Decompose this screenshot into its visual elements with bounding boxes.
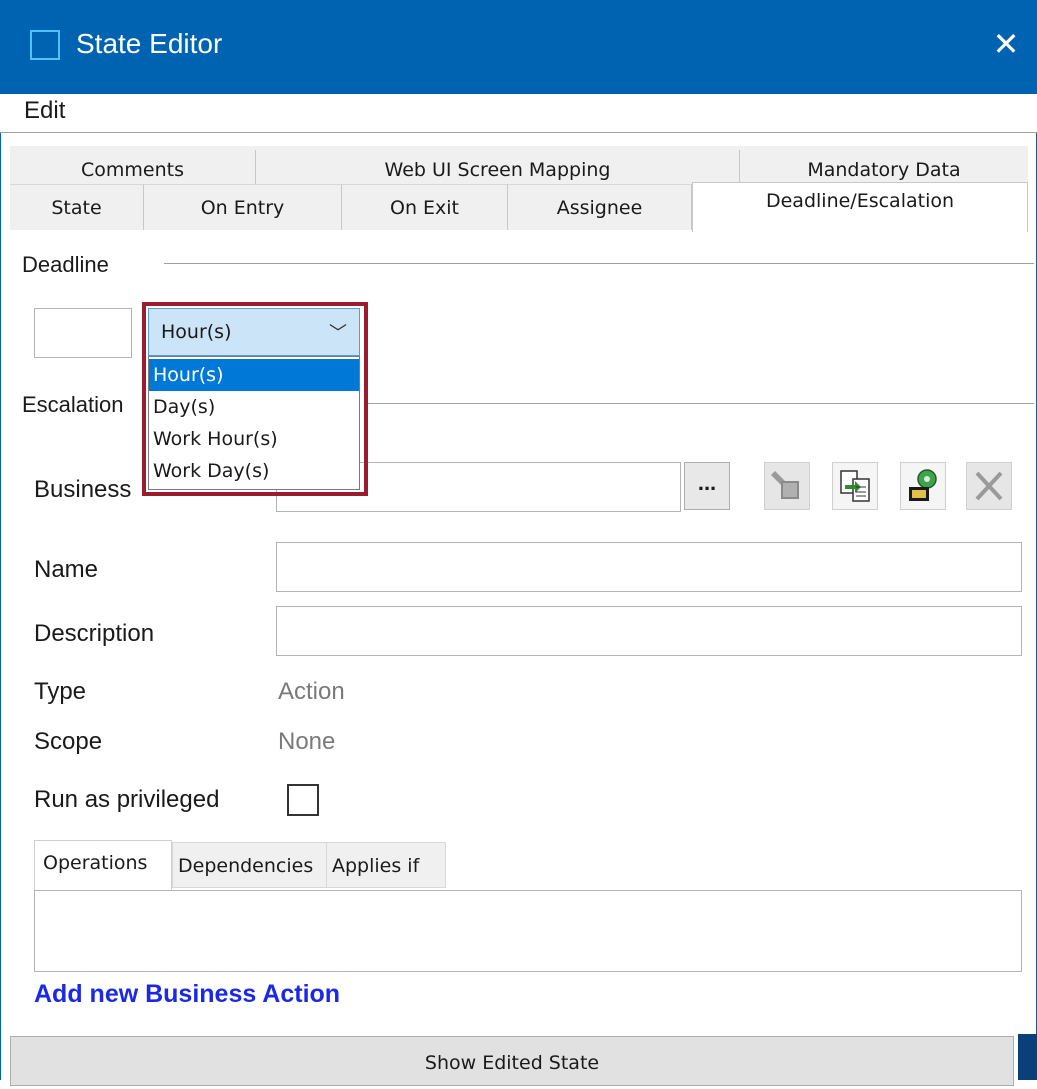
- side-accent-strip: [1018, 1034, 1037, 1080]
- copy-action-icon[interactable]: [832, 462, 878, 510]
- type-value: Action: [278, 678, 345, 705]
- window-title: State Editor: [76, 28, 223, 59]
- delete-action-icon[interactable]: [966, 462, 1012, 510]
- show-edited-state-button[interactable]: Show Edited State: [10, 1036, 1014, 1086]
- menu-bar: Edit: [0, 94, 1037, 133]
- window-icon: [30, 30, 60, 60]
- dropdown-highlight-box: [142, 302, 368, 496]
- subtab-applies-if[interactable]: Applies if: [326, 842, 446, 888]
- title-bar: State Editor ✕: [0, 0, 1037, 94]
- escalation-section-label: Escalation: [22, 392, 124, 417]
- close-icon[interactable]: ✕: [986, 24, 1026, 64]
- operations-panel: [34, 890, 1022, 972]
- tab-comments[interactable]: Comments: [10, 150, 256, 184]
- deadline-amount-input[interactable]: [34, 308, 132, 358]
- name-input[interactable]: [276, 542, 1022, 592]
- tab-deadline-escalation[interactable]: Deadline/Escalation: [692, 182, 1028, 232]
- tab-state[interactable]: State: [10, 184, 144, 230]
- name-label: Name: [34, 556, 99, 583]
- type-label: Type: [34, 678, 87, 705]
- business-action-label: Business: [34, 476, 132, 503]
- tab-mandatory-data[interactable]: Mandatory Data: [740, 150, 1028, 184]
- add-new-business-action-link[interactable]: Add new Business Action: [34, 980, 340, 1009]
- description-label: Description: [34, 620, 155, 647]
- tab-on-exit[interactable]: On Exit: [342, 184, 508, 230]
- scope-label: Scope: [34, 728, 103, 755]
- scope-value: None: [278, 728, 336, 755]
- tab-assignee[interactable]: Assignee: [508, 184, 692, 230]
- run-as-privileged-label: Run as privileged: [34, 786, 220, 813]
- run-action-icon[interactable]: [900, 462, 946, 510]
- deadline-divider: [164, 263, 1034, 264]
- browse-button[interactable]: ...: [684, 462, 730, 510]
- description-input[interactable]: [276, 606, 1022, 656]
- run-as-privileged-checkbox[interactable]: [287, 784, 319, 816]
- edit-action-icon[interactable]: [764, 462, 810, 510]
- escalation-divider: [364, 403, 1034, 404]
- deadline-section-label: Deadline: [22, 252, 109, 277]
- tab-on-entry[interactable]: On Entry: [144, 184, 342, 230]
- menu-edit[interactable]: Edit: [24, 97, 65, 125]
- subtab-dependencies[interactable]: Dependencies: [172, 842, 326, 888]
- tab-web-ui-screen-mapping[interactable]: Web UI Screen Mapping: [256, 150, 740, 184]
- subtab-operations[interactable]: Operations: [34, 840, 172, 890]
